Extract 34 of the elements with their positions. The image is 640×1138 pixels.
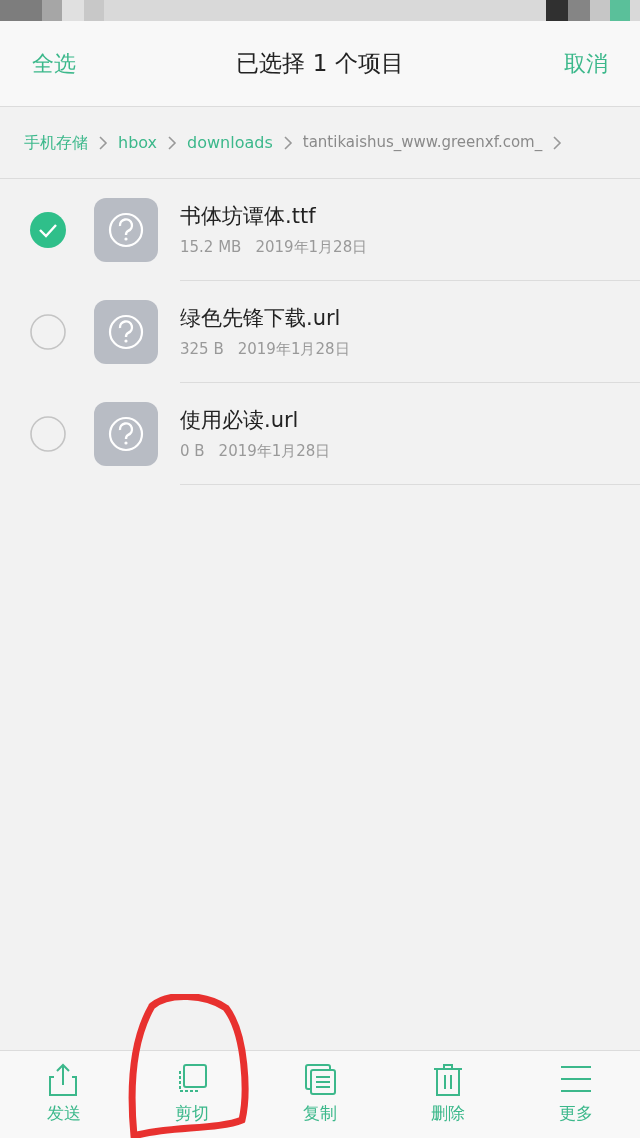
selection-title: 已选择 1 个项目 (236, 49, 404, 79)
file-date: 2019年1月28日 (237, 339, 350, 360)
chevron-icon (98, 134, 108, 151)
unknown-file-icon (94, 198, 158, 262)
unchecked-checkbox[interactable] (30, 416, 66, 452)
share-icon (48, 1062, 80, 1097)
cut-button[interactable]: 剪切 (128, 1051, 256, 1138)
checked-checkbox[interactable] (30, 212, 66, 248)
chevron-icon (282, 134, 293, 151)
file-name: 绿色先锋下载.url (180, 304, 342, 332)
unchecked-checkbox[interactable] (30, 314, 66, 350)
chevron-icon (167, 134, 178, 151)
file-size: 15.2 MB (180, 237, 242, 258)
file-name: 使用必读.url (180, 406, 300, 434)
more-button[interactable]: 更多 (512, 1051, 640, 1138)
share-button[interactable]: 发送 (0, 1051, 128, 1138)
trash-icon (432, 1062, 464, 1097)
select-all-button[interactable]: 全选 (32, 47, 76, 80)
file-size: 325 B (180, 339, 224, 360)
breadcrumb-item[interactable]: 手机存储 (24, 130, 88, 155)
file-name: 书体坊谭体.ttf (180, 202, 317, 230)
breadcrumb-item[interactable]: tantikaishus_www.greenxf.com_ (302, 131, 543, 154)
file-date: 2019年1月28日 (255, 237, 368, 258)
file-date: 2019年1月28日 (218, 441, 331, 462)
file-size: 0 B (180, 441, 205, 462)
breadcrumb-item[interactable]: downloads (187, 130, 273, 155)
copy-icon (304, 1062, 336, 1097)
copy-button[interactable]: 复制 (256, 1051, 384, 1138)
unknown-file-icon (94, 402, 158, 466)
delete-button[interactable]: 删除 (384, 1051, 512, 1138)
breadcrumb-item[interactable]: hbox (118, 130, 158, 155)
cancel-button[interactable]: 取消 (564, 47, 608, 80)
unknown-file-icon (94, 300, 158, 364)
chevron-icon (552, 134, 563, 151)
